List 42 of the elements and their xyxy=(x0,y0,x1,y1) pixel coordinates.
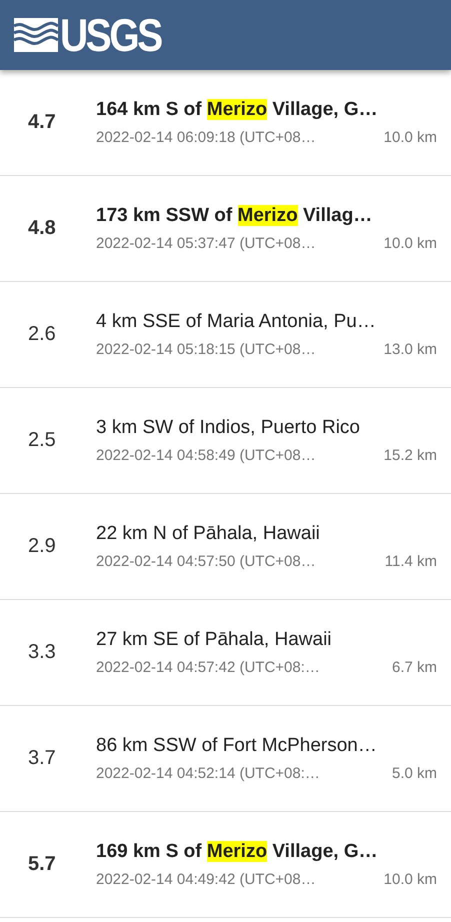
earthquake-row[interactable]: 2.6 4 km SSE of Maria Antonia, Pu… 2022-02-14 05:18:15 (UTC+08… 13.0 km xyxy=(0,282,451,388)
event-time: 2022-02-14 04:57:50 (UTC+08… xyxy=(96,553,316,570)
event-time: 2022-02-14 04:52:14 (UTC+08:… xyxy=(96,765,320,782)
event-title: 3 km SW of Indios, Puerto Rico xyxy=(96,417,361,439)
earthquake-row[interactable]: 2.5 3 km SW of Indios, Puerto Rico 2022-02-14 04:58:49 (UTC+08… 15.2 km xyxy=(0,388,451,494)
event-time: 2022-02-14 04:57:42 (UTC+08:… xyxy=(96,659,320,676)
magnitude: 4.7 xyxy=(27,111,57,134)
waves-logo-icon xyxy=(14,18,58,52)
event-depth: 5.0 km xyxy=(392,765,437,782)
event-title: 4 km SSE of Maria Antonia, Pu… xyxy=(96,311,377,333)
event-depth: 13.0 km xyxy=(384,341,437,358)
event-title: 22 km N of Pāhala, Hawaii xyxy=(96,523,321,545)
magnitude: 3.3 xyxy=(27,641,57,664)
event-depth: 10.0 km xyxy=(384,871,437,888)
event-title: 169 km S of Merizo Village, G… xyxy=(96,841,379,863)
event-time: 2022-02-14 05:37:47 (UTC+08… xyxy=(96,235,316,252)
event-depth: 10.0 km xyxy=(384,129,437,146)
earthquake-row[interactable]: 4.8 173 km SSW of Merizo Villag… 2022-02-14 05:37:47 (UTC+08… 10.0 km xyxy=(0,176,451,282)
magnitude: 3.7 xyxy=(27,747,57,770)
magnitude: 2.6 xyxy=(27,323,57,346)
event-depth: 10.0 km xyxy=(384,235,437,252)
event-time: 2022-02-14 04:58:49 (UTC+08… xyxy=(96,447,316,464)
earthquake-row[interactable]: 2.9 22 km N of Pāhala, Hawaii 2022-02-14 04:57:50 (UTC+08… 11.4 km xyxy=(0,494,451,600)
event-depth: 6.7 km xyxy=(392,659,437,676)
earthquake-row[interactable]: 4.7 164 km S of Merizo Village, G… 2022-02-14 06:09:18 (UTC+08… 10.0 km xyxy=(0,70,451,176)
event-title: 164 km S of Merizo Village, G… xyxy=(96,99,379,121)
event-time: 2022-02-14 05:18:15 (UTC+08… xyxy=(96,341,316,358)
event-depth: 11.4 km xyxy=(384,553,437,570)
magnitude: 2.9 xyxy=(27,535,57,558)
earthquake-row[interactable]: 3.3 27 km SE of Pāhala, Hawaii 2022-02-14 04:57:42 (UTC+08:… 6.7 km xyxy=(0,600,451,706)
event-time: 2022-02-14 06:09:18 (UTC+08… xyxy=(96,129,316,146)
earthquake-row[interactable]: 5.7 169 km S of Merizo Village, G… 2022-02-14 04:49:42 (UTC+08… 10.0 km xyxy=(0,812,451,918)
earthquake-row[interactable]: 3.7 86 km SSW of Fort McPherson… 2022-02-14 04:52:14 (UTC+08:… 5.0 km xyxy=(0,706,451,812)
logo-text[interactable]: USGS xyxy=(60,12,161,58)
magnitude: 2.5 xyxy=(27,429,57,452)
event-depth: 15.2 km xyxy=(384,447,437,464)
event-title: 173 km SSW of Merizo Villag… xyxy=(96,205,374,227)
event-title: 86 km SSW of Fort McPherson… xyxy=(96,735,378,757)
event-time: 2022-02-14 04:49:42 (UTC+08… xyxy=(96,871,316,888)
magnitude: 4.8 xyxy=(27,217,57,240)
magnitude: 5.7 xyxy=(27,853,57,876)
event-title: 27 km SE of Pāhala, Hawaii xyxy=(96,629,333,651)
